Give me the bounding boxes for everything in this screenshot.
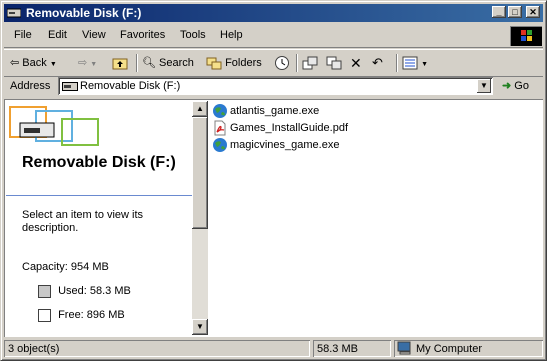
- history-icon: [275, 56, 289, 71]
- toolbar-separator: [396, 54, 398, 72]
- free-legend: Free: 896 MB: [38, 309, 125, 322]
- details-pane: Removable Disk (F:) Select an item to vi…: [6, 101, 192, 335]
- toolbar-separator: [296, 54, 298, 72]
- address-input[interactable]: Removable Disk (F:) ▼: [58, 77, 493, 95]
- pane-hint: Select an item to view its description.: [22, 209, 144, 234]
- address-bar: Address Removable Disk (F:) ▼ ➜ Go: [4, 76, 543, 98]
- menu-edit[interactable]: Edit: [46, 29, 69, 41]
- file-name: atlantis_game.exe: [230, 105, 320, 117]
- search-button[interactable]: 🔍︎ Search: [142, 54, 194, 72]
- history-button[interactable]: [274, 54, 290, 72]
- status-location-text: My Computer: [416, 343, 483, 355]
- pane-title: Removable Disk (F:): [22, 154, 176, 171]
- toolbar-separator: [136, 54, 138, 72]
- used-legend: Used: 58.3 MB: [38, 285, 131, 298]
- pdf-icon: [214, 120, 226, 136]
- status-objects-text: 3 object(s): [8, 343, 60, 355]
- status-location: My Computer: [394, 340, 543, 357]
- exe-globe-icon: [213, 104, 227, 118]
- drive-banner-icon: [6, 101, 192, 147]
- windows-logo-icon: [510, 26, 542, 46]
- chevron-down-icon: ▼: [421, 61, 428, 68]
- window-title: Removable Disk (F:): [26, 6, 142, 20]
- drive-icon: [62, 82, 78, 91]
- used-label: Used: 58.3 MB: [58, 285, 131, 298]
- menu-tools[interactable]: Tools: [178, 29, 208, 41]
- maximize-button[interactable]: □: [508, 6, 522, 18]
- file-name: magicvines_game.exe: [230, 139, 340, 151]
- menu-view[interactable]: View: [80, 29, 108, 41]
- address-value: Removable Disk (F:): [80, 80, 181, 92]
- used-swatch-icon: [38, 285, 51, 298]
- my-computer-icon: [397, 341, 411, 355]
- file-list: atlantis_game.exe Games_InstallGuide.pdf…: [210, 101, 540, 335]
- go-label: Go: [514, 80, 529, 92]
- content-area: Removable Disk (F:) Select an item to vi…: [4, 99, 543, 337]
- views-icon: [402, 56, 418, 70]
- scroll-down-button[interactable]: ▼: [192, 319, 208, 335]
- up-folder-button[interactable]: [112, 54, 128, 72]
- status-bar: 3 object(s) 58.3 MB My Computer: [4, 339, 543, 359]
- status-objects: 3 object(s): [4, 340, 310, 357]
- pane-divider: [6, 195, 192, 196]
- drive-icon: [7, 8, 21, 18]
- undo-button[interactable]: ↶: [372, 54, 383, 72]
- menu-favorites[interactable]: Favorites: [118, 29, 167, 41]
- scroll-thumb[interactable]: [192, 117, 208, 229]
- scroll-up-button[interactable]: ▲: [192, 101, 208, 117]
- search-label: Search: [159, 57, 194, 69]
- capacity-label: Capacity: 954 MB: [22, 261, 109, 273]
- move-to-button[interactable]: [302, 54, 318, 72]
- delete-x-icon: ✕: [350, 55, 362, 71]
- folders-label: Folders: [225, 57, 262, 69]
- go-arrow-icon: ➜: [502, 80, 512, 92]
- address-dropdown-button[interactable]: ▼: [477, 79, 491, 93]
- undo-icon: ↶: [372, 55, 383, 70]
- status-size: 58.3 MB: [313, 340, 391, 357]
- move-to-icon: [302, 56, 318, 70]
- folders-icon: [206, 57, 222, 70]
- exe-globe-icon: [213, 138, 227, 152]
- close-button[interactable]: ✕: [526, 6, 540, 18]
- back-label: Back: [22, 57, 47, 69]
- free-label: Free: 896 MB: [58, 309, 125, 322]
- copy-to-button[interactable]: [326, 54, 342, 72]
- file-name: Games_InstallGuide.pdf: [230, 122, 349, 134]
- toolbar: ⇦ Back ▼ ⇨ ▼ 🔍︎ Search Folders ✕ ↶ ▼: [4, 49, 543, 77]
- folders-button[interactable]: Folders: [206, 54, 262, 72]
- menu-file[interactable]: File: [12, 29, 34, 41]
- up-folder-icon: [112, 58, 128, 70]
- chevron-down-icon: ▼: [90, 61, 98, 68]
- menu-help[interactable]: Help: [218, 29, 245, 41]
- menu-bar: File Edit View Favorites Tools Help: [4, 25, 543, 48]
- free-swatch-icon: [38, 309, 51, 322]
- status-size-text: 58.3 MB: [317, 343, 358, 355]
- address-label: Address: [10, 80, 51, 92]
- delete-button[interactable]: ✕: [350, 54, 362, 72]
- go-button[interactable]: ➜ Go: [502, 79, 529, 92]
- chevron-down-icon: ▼: [49, 61, 57, 68]
- minimize-button[interactable]: _: [492, 6, 506, 18]
- views-button[interactable]: ▼: [402, 54, 428, 72]
- back-arrow-icon: ⇦: [10, 57, 20, 69]
- title-bar[interactable]: Removable Disk (F:) _ □ ✕: [4, 4, 543, 22]
- search-icon: 🔍︎: [142, 57, 156, 69]
- explorer-window: Removable Disk (F:) _ □ ✕ File Edit View…: [0, 0, 547, 361]
- forward-arrow-icon: ⇨: [78, 57, 88, 69]
- details-pane-scrollbar[interactable]: ▲ ▼: [192, 101, 208, 335]
- back-button[interactable]: ⇦ Back ▼: [10, 54, 57, 72]
- forward-button[interactable]: ⇨ ▼: [78, 54, 97, 72]
- copy-to-icon: [326, 56, 342, 70]
